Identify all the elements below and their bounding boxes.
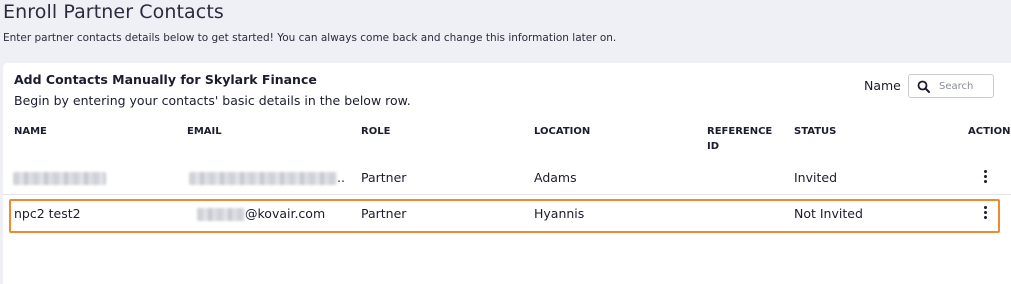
cell-email: .. — [189, 170, 345, 185]
search-input[interactable] — [939, 80, 991, 92]
column-header-action: ACTION — [968, 126, 1011, 137]
cell-status: Invited — [794, 170, 838, 185]
column-header-email: EMAIL — [187, 126, 222, 137]
column-header-reference-id: REFERENCE ID — [707, 126, 773, 152]
column-header-location: LOCATION — [534, 126, 591, 137]
column-header-name: NAME — [14, 126, 47, 137]
column-header-status: STATUS — [794, 126, 837, 137]
email-ellipsis: .. — [337, 170, 345, 185]
highlighted-row-outline — [9, 199, 1000, 233]
page-subtitle: Enter partner contacts details below to … — [3, 32, 617, 44]
search-label: Name — [864, 78, 901, 93]
search-box[interactable] — [908, 74, 994, 98]
contacts-card: Add Contacts Manually for Skylark Financ… — [3, 63, 1011, 284]
cell-location: Adams — [534, 170, 577, 185]
page-title: Enroll Partner Contacts — [3, 1, 224, 23]
more-vertical-icon[interactable] — [980, 169, 990, 183]
cell-role: Partner — [361, 170, 407, 185]
cell-name — [13, 170, 106, 185]
column-header-role: ROLE — [361, 126, 391, 137]
search-icon — [917, 79, 931, 93]
redacted-email — [189, 172, 337, 185]
card-title: Add Contacts Manually for Skylark Financ… — [14, 72, 317, 87]
row-divider — [3, 194, 1011, 195]
redacted-name — [13, 172, 106, 185]
card-description: Begin by entering your contacts' basic d… — [14, 93, 411, 108]
